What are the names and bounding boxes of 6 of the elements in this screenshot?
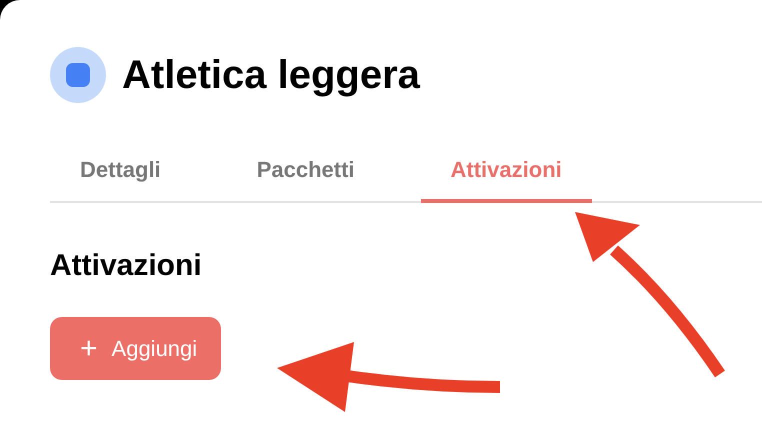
section-heading: Attivazioni	[50, 249, 203, 283]
tab[interactable]: Pacchetti	[226, 145, 385, 203]
tab[interactable]: Attivazioni	[420, 145, 592, 203]
add-button[interactable]: + Aggiungi	[50, 317, 222, 380]
tab[interactable]: Dettagli	[50, 145, 191, 203]
page-title: Atletica leggera	[122, 52, 420, 98]
